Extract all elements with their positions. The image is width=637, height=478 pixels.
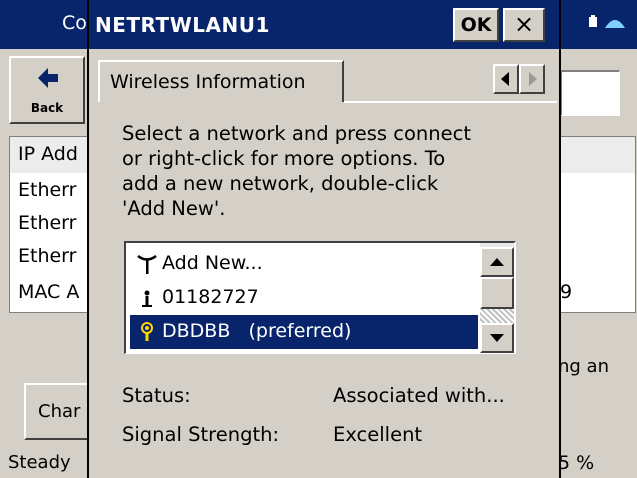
tab-wireless-information[interactable]: Wireless Information — [98, 60, 344, 102]
tab-label: Wireless Information — [110, 71, 306, 93]
list-item[interactable]: IP Add — [18, 143, 78, 165]
close-button[interactable]: × — [503, 8, 545, 42]
signal-strength-label: Signal Strength: — [122, 423, 280, 446]
network-list[interactable]: Add New... 01182727 DBDBB (preferred) — [124, 241, 516, 354]
tray-icons — [587, 12, 627, 37]
dialog-titlebar: NETRTWLANU1 OK × — [89, 0, 559, 49]
triangle-down-icon — [490, 334, 504, 342]
tab-scroll-left-button[interactable] — [493, 64, 519, 94]
back-button[interactable]: Back — [9, 56, 85, 124]
wlan-dialog: NETRTWLANU1 OK × Wireless Information Se… — [87, 0, 561, 478]
list-item-value: 9 — [560, 281, 573, 303]
network-label: DBDBB (preferred) — [162, 320, 352, 342]
dialog-title: NETRTWLANU1 — [95, 13, 270, 37]
scroll-thumb[interactable] — [480, 277, 514, 309]
scroll-up-button[interactable] — [480, 247, 514, 277]
triangle-left-icon — [501, 72, 509, 86]
ok-button[interactable]: OK — [453, 8, 499, 42]
background-status-text: Steady — [8, 452, 71, 473]
list-item[interactable]: MAC A — [18, 281, 79, 303]
network-list-scrollbar[interactable] — [480, 243, 514, 353]
tab-strip-border — [344, 101, 557, 103]
background-window-title: Co — [62, 12, 87, 34]
scroll-track[interactable] — [480, 309, 514, 323]
tab-scroll-right-button[interactable] — [519, 64, 545, 94]
triangle-right-icon — [529, 72, 537, 86]
network-item-selected[interactable]: DBDBB (preferred) — [130, 315, 478, 349]
scroll-down-button[interactable] — [480, 323, 514, 353]
network-label: 01182727 — [162, 286, 259, 308]
network-item-add-new[interactable]: Add New... — [130, 247, 478, 281]
back-arrow-icon — [38, 68, 58, 88]
background-percent-text: 5 % — [558, 452, 595, 474]
network-item[interactable]: 01182727 — [130, 281, 478, 315]
access-point-icon — [141, 322, 153, 341]
list-item[interactable]: Etherr — [18, 179, 76, 201]
signal-strength-value: Excellent — [333, 423, 423, 446]
status-label: Status: — [122, 384, 191, 407]
network-label: Add New... — [162, 252, 263, 274]
status-value: Associated with... — [333, 384, 505, 407]
list-item[interactable]: Etherr — [18, 212, 76, 234]
triangle-up-icon — [490, 258, 504, 266]
background-input-field[interactable] — [560, 70, 620, 116]
instructions-text: Select a network and press connect or ri… — [122, 122, 471, 220]
change-button-label: Char — [38, 401, 81, 422]
list-item[interactable]: Etherr — [18, 245, 76, 267]
antenna-icon — [137, 254, 157, 274]
background-note-text: ng an — [558, 356, 609, 377]
back-label: Back — [30, 101, 64, 115]
adhoc-station-icon — [142, 290, 152, 307]
